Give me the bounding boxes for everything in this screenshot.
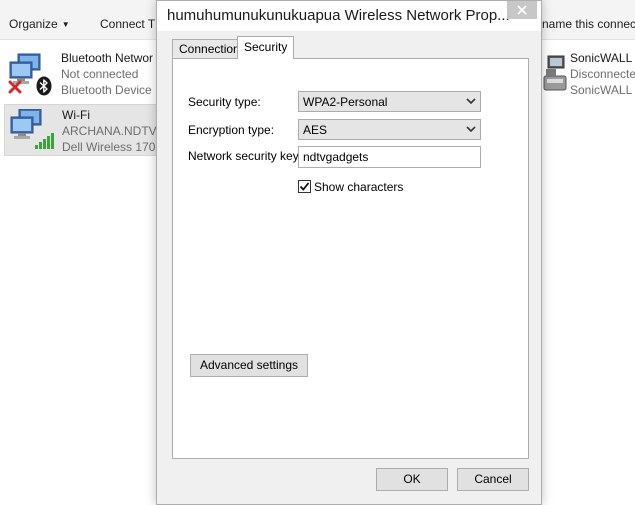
checkmark-icon [299, 182, 310, 191]
close-button[interactable] [507, 1, 537, 19]
security-type-value: WPA2-Personal [303, 95, 388, 109]
network-key-input[interactable]: ndtvgadgets [298, 146, 481, 168]
organize-menu[interactable]: Organize ▼ [9, 17, 70, 31]
ok-button[interactable]: OK [376, 468, 448, 491]
adapter-status: ARCHANA.NDTV. [62, 124, 159, 138]
signal-strength-icon [35, 133, 54, 149]
adapter-device: Bluetooth Device [61, 83, 152, 97]
adapter-device: SonicWALL N [570, 83, 635, 97]
cancel-button[interactable]: Cancel [457, 468, 529, 491]
tab-security[interactable]: Security [237, 36, 295, 59]
adapter-name: Bluetooth Networ [61, 51, 154, 65]
encryption-type-value: AES [303, 123, 328, 137]
adapter-name: Wi-Fi [62, 108, 90, 122]
show-characters-checkbox[interactable] [298, 180, 311, 193]
adapter-bluetooth[interactable]: Bluetooth Networ Not connected Bluetooth… [4, 48, 164, 100]
dialog-titlebar[interactable]: humuhumunukunukuapua Wireless Network Pr… [157, 1, 541, 31]
adapter-status: Disconnecte [570, 67, 635, 81]
adapter-name: SonicWALL N [570, 51, 635, 65]
adapter-device: Dell Wireless 1705 [62, 140, 163, 154]
organize-label: Organize [9, 17, 58, 31]
adapter-wifi-text: Wi-Fi ARCHANA.NDTV. Dell Wireless 1705 [62, 107, 162, 155]
close-icon [517, 5, 527, 15]
chevron-down-icon [466, 126, 476, 133]
disconnected-x-icon [8, 80, 22, 94]
advanced-settings-button[interactable]: Advanced settings [190, 354, 308, 377]
bluetooth-icon [36, 76, 52, 96]
chevron-down-icon [466, 98, 476, 105]
encryption-type-label: Encryption type: [188, 123, 275, 137]
encryption-type-select[interactable]: AES [298, 119, 481, 140]
tab-connection[interactable]: Connection [172, 39, 247, 58]
chevron-down-icon: ▼ [61, 20, 70, 29]
wireless-properties-dialog: humuhumunukunukuapua Wireless Network Pr… [156, 0, 542, 505]
network-key-label: Network security key [188, 149, 299, 163]
security-type-label: Security type: [188, 95, 261, 109]
show-characters-label[interactable]: Show characters [314, 180, 403, 194]
adapter-wifi[interactable]: Wi-Fi ARCHANA.NDTV. Dell Wireless 1705 [4, 104, 164, 156]
security-type-select[interactable]: WPA2-Personal [298, 91, 481, 112]
security-panel: Security type: WPA2-Personal Encryption … [172, 58, 529, 459]
dialog-title: humuhumunukunukuapua Wireless Network Pr… [167, 7, 510, 24]
rename-connection-button[interactable]: name this connec [542, 17, 635, 31]
adapter-sonicwall[interactable]: SonicWALL N Disconnecte SonicWALL N [540, 48, 635, 100]
adapter-sonicwall-text: SonicWALL N Disconnecte SonicWALL N [570, 50, 635, 98]
adapter-status: Not connected [61, 67, 139, 81]
connect-to-button[interactable]: Connect T [100, 17, 155, 31]
adapter-bluetooth-text: Bluetooth Networ Not connected Bluetooth… [61, 50, 153, 98]
